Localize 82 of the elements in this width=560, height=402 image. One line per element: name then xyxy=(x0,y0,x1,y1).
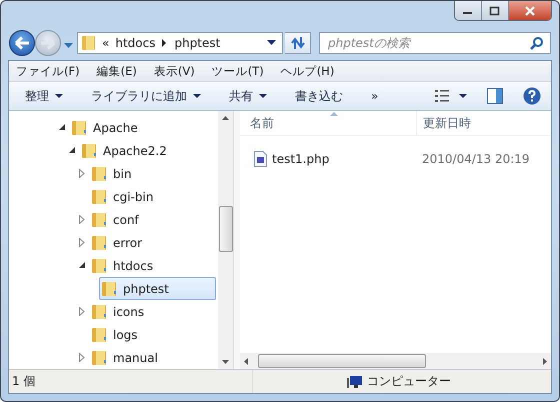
search-icon[interactable] xyxy=(530,36,544,50)
tree-item[interactable]: cgi-bin xyxy=(89,185,160,208)
folder-icon xyxy=(92,212,108,228)
help-icon[interactable] xyxy=(523,87,541,105)
view-list-icon[interactable] xyxy=(435,90,449,102)
breadcrumb-item[interactable]: phptest xyxy=(174,36,220,50)
folder-icon xyxy=(72,120,88,136)
folder-icon xyxy=(92,234,108,250)
scroll-up-icon[interactable] xyxy=(222,116,229,120)
tree-item[interactable]: htdocs xyxy=(89,254,160,277)
collapsed-arrow-icon[interactable] xyxy=(79,169,85,178)
scroll-down-icon[interactable] xyxy=(222,360,229,364)
folder-icon xyxy=(102,280,118,296)
refresh-button[interactable] xyxy=(285,32,311,54)
php-file-icon xyxy=(254,151,267,167)
file-date: 2010/04/13 20:19 xyxy=(421,152,531,166)
toolbar-button[interactable]: 整理 xyxy=(25,88,63,104)
maximize-icon[interactable] xyxy=(489,6,501,16)
tree-item[interactable]: bin xyxy=(89,162,139,185)
address-bar[interactable]: « htdocs phptest xyxy=(77,32,283,54)
menu-item[interactable]: ヘルプ(H) xyxy=(280,64,334,78)
caret-icon[interactable] xyxy=(193,94,201,98)
tree-item[interactable]: conf xyxy=(89,208,146,231)
collapsed-arrow-icon[interactable] xyxy=(79,307,85,316)
scroll-thumb[interactable] xyxy=(218,206,232,252)
tree-item[interactable]: Apache2.2 xyxy=(79,139,174,162)
scrollbar[interactable] xyxy=(218,111,233,369)
back-button[interactable] xyxy=(9,30,35,56)
collapsed-arrow-icon[interactable] xyxy=(79,215,85,224)
refresh-icon[interactable] xyxy=(290,36,306,50)
tree-item[interactable]: icons xyxy=(89,300,152,323)
folder-icon xyxy=(92,326,108,342)
collapsed-arrow-icon[interactable] xyxy=(79,238,85,247)
menu-item[interactable]: ツール(T) xyxy=(212,64,264,78)
search-field[interactable]: phptestの検索 xyxy=(319,32,551,54)
back-arrow-icon[interactable] xyxy=(14,36,30,50)
close-icon[interactable] xyxy=(524,6,536,16)
caret-icon[interactable] xyxy=(267,40,276,46)
scroll-left-icon[interactable] xyxy=(244,358,248,364)
item-count: 1 個 xyxy=(12,373,36,390)
scrollbar[interactable] xyxy=(240,353,551,369)
folder-icon xyxy=(92,304,108,320)
expanded-arrow-icon[interactable] xyxy=(69,147,76,154)
sort-arrow-icon xyxy=(330,112,338,116)
column-header[interactable]: 更新日時 xyxy=(416,111,551,135)
toolbar-button[interactable]: » xyxy=(371,89,378,103)
close-button[interactable] xyxy=(509,1,551,20)
toolbar-button[interactable]: 共有 xyxy=(229,88,267,104)
folder-icon xyxy=(82,35,96,52)
scroll-right-icon[interactable] xyxy=(543,358,547,364)
folder-icon xyxy=(92,350,108,366)
expanded-arrow-icon[interactable] xyxy=(59,124,66,131)
toolbar-button[interactable]: ライブラリに追加 xyxy=(91,88,201,104)
folder-icon xyxy=(92,258,108,274)
file-name[interactable]: test1.php xyxy=(272,152,330,166)
chevron-icon[interactable] xyxy=(162,39,168,48)
breadcrumb-item[interactable]: htdocs xyxy=(115,36,156,50)
toolbar-button[interactable]: 書き込む xyxy=(295,88,343,104)
breadcrumb-item[interactable]: « xyxy=(102,36,110,50)
menu-item[interactable]: 編集(E) xyxy=(96,64,137,78)
menu-item[interactable]: 表示(V) xyxy=(154,64,195,78)
menu-item[interactable]: ファイル(F) xyxy=(16,64,80,78)
tree-item[interactable]: Apache xyxy=(69,116,145,139)
preview-pane-icon[interactable] xyxy=(487,88,503,104)
maximize-button[interactable] xyxy=(482,1,509,20)
tree-item[interactable]: phptest xyxy=(99,277,216,300)
computer-icon xyxy=(347,374,363,388)
folder-icon xyxy=(92,166,108,182)
caret-icon[interactable] xyxy=(55,94,63,98)
minimize-button[interactable] xyxy=(455,1,482,20)
collapsed-arrow-icon[interactable] xyxy=(79,353,85,362)
tree-item[interactable]: logs xyxy=(89,323,145,346)
folder-icon xyxy=(82,142,98,158)
status-location: コンピューター xyxy=(367,373,451,390)
scroll-thumb[interactable] xyxy=(258,354,426,368)
folder-icon xyxy=(92,188,108,204)
column-header[interactable]: 名前 xyxy=(240,111,416,135)
caret-icon[interactable] xyxy=(259,94,267,98)
expanded-arrow-icon[interactable] xyxy=(79,262,86,269)
caret-icon[interactable] xyxy=(459,94,467,98)
tree-item[interactable]: manual xyxy=(89,346,165,369)
tree-item[interactable]: error xyxy=(89,231,150,254)
